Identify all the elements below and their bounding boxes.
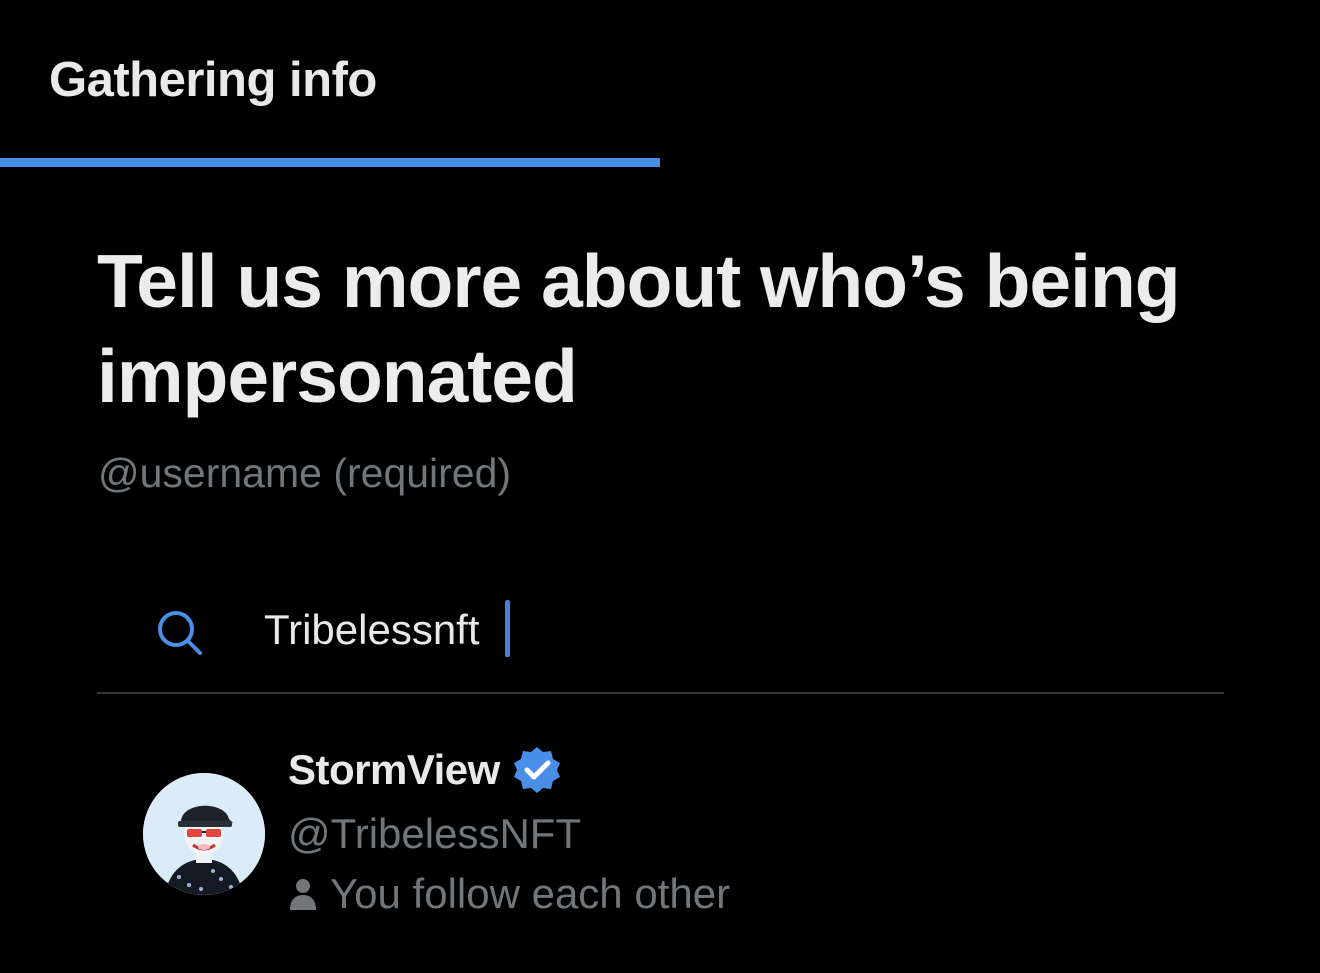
page-title: Gathering info	[49, 53, 377, 107]
text-caret	[505, 600, 510, 657]
progress-bar-fill	[0, 158, 660, 167]
search-field[interactable]	[97, 580, 1224, 694]
result-name-row: StormView	[288, 740, 562, 800]
search-input[interactable]	[264, 600, 1164, 660]
verified-badge-icon	[513, 747, 560, 793]
search-icon	[158, 611, 202, 655]
relationship-row: You follow each other	[288, 868, 730, 920]
user-handle: @TribelessNFT	[288, 810, 582, 857]
display-name: StormView	[288, 746, 500, 793]
username-field-label: @username (required)	[98, 450, 512, 496]
person-icon	[290, 879, 316, 910]
relationship-text: You follow each other	[330, 870, 731, 917]
avatar-image	[143, 773, 265, 895]
form-heading: Tell us more about who’s being impersona…	[97, 239, 1181, 418]
header: Gathering info	[0, 0, 1320, 160]
progress-bar	[0, 158, 1320, 167]
search-result-item[interactable]: StormView @TribelessNFT You follow each …	[97, 728, 1224, 928]
avatar	[143, 773, 265, 895]
